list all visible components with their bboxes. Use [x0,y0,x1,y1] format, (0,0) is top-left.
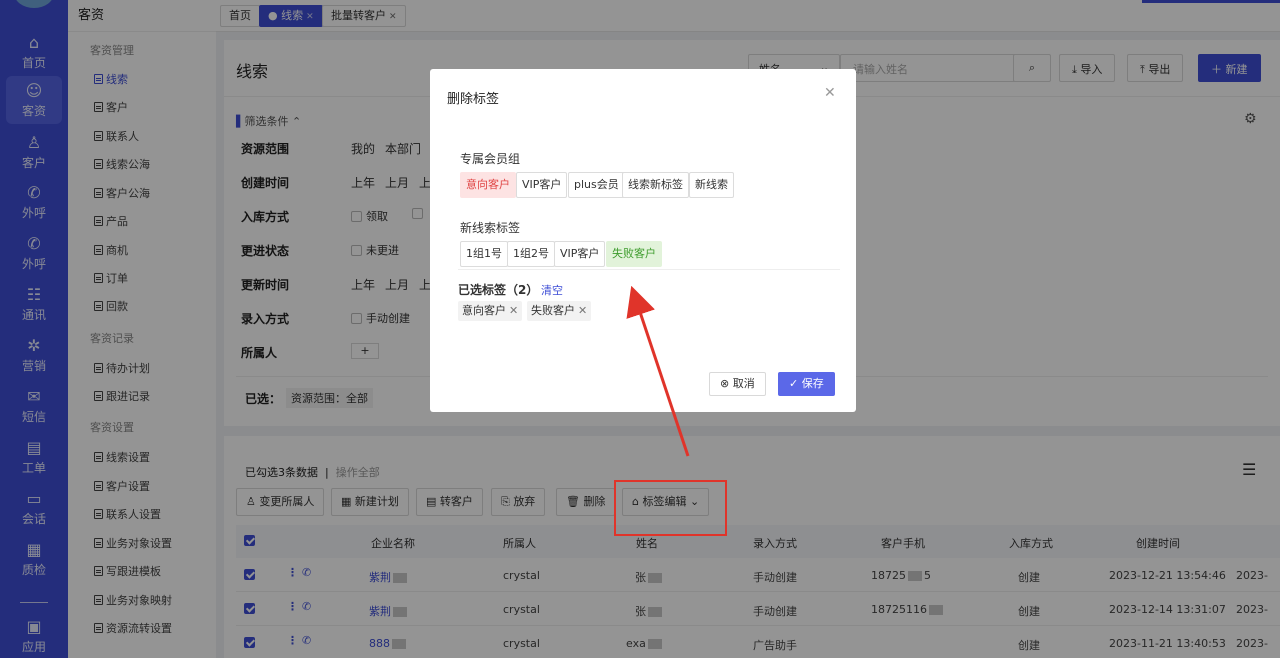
annotation-arrow [626,285,690,457]
